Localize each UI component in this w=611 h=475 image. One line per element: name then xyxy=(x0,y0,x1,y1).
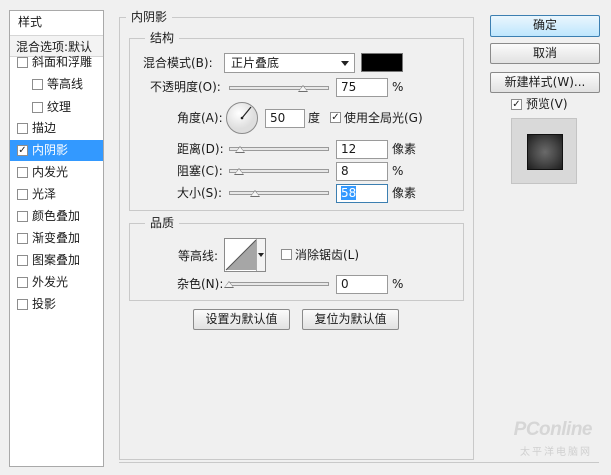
style-item[interactable]: 内发光 xyxy=(10,162,103,183)
style-item-label: 描边 xyxy=(32,121,57,135)
noise-slider-thumb[interactable] xyxy=(224,281,234,288)
style-item-checkbox[interactable] xyxy=(32,79,43,90)
reset-default-button[interactable]: 复位为默认值 xyxy=(302,309,399,330)
opacity-slider-thumb[interactable] xyxy=(298,85,308,92)
style-item[interactable]: 纹理 xyxy=(10,97,103,118)
styles-header[interactable]: 样式 xyxy=(10,11,103,33)
size-input[interactable]: 58 xyxy=(336,184,388,203)
style-item[interactable]: 等高线 xyxy=(10,74,103,95)
contour-dropdown-button[interactable] xyxy=(256,239,265,271)
noise-slider-track[interactable] xyxy=(229,282,329,286)
structure-title: 结构 xyxy=(145,31,180,45)
chevron-down-icon xyxy=(341,61,349,66)
angle-unit: 度 xyxy=(308,111,321,125)
distance-label: 距离(D): xyxy=(177,142,224,156)
size-slider-track[interactable] xyxy=(229,191,329,195)
global-light-checkbox[interactable]: ✓ xyxy=(330,112,341,123)
contour-picker[interactable] xyxy=(224,238,266,272)
contour-label: 等高线: xyxy=(178,249,219,263)
style-item[interactable]: 光泽 xyxy=(10,184,103,205)
style-item-checkbox[interactable] xyxy=(17,167,28,178)
new-style-button[interactable]: 新建样式(W)... xyxy=(490,72,600,93)
style-item-label: 渐变叠加 xyxy=(32,231,81,245)
style-item-label: 内发光 xyxy=(32,165,69,179)
angle-label: 角度(A): xyxy=(177,111,223,125)
choke-slider-track[interactable] xyxy=(229,169,329,173)
style-item[interactable]: 图案叠加 xyxy=(10,250,103,271)
opacity-slider-track[interactable] xyxy=(229,86,329,90)
blend-mode-value: 正片叠底 xyxy=(231,56,280,70)
style-preview-thumbnail xyxy=(511,118,577,184)
shadow-color-swatch[interactable] xyxy=(361,53,403,72)
style-item-label: 斜面和浮雕 xyxy=(32,55,93,69)
distance-input[interactable]: 12 xyxy=(336,140,388,159)
size-unit: 像素 xyxy=(392,186,417,200)
blend-mode-label: 混合模式(B): xyxy=(143,56,213,70)
ok-button[interactable]: 确定 xyxy=(490,15,600,37)
style-item-checkbox[interactable]: ✓ xyxy=(17,145,28,156)
inner-shadow-title: 内阴影 xyxy=(126,10,173,24)
style-item-label: 光泽 xyxy=(32,187,57,201)
style-item[interactable]: 斜面和浮雕 xyxy=(10,52,103,73)
preview-checkbox[interactable]: ✓ xyxy=(511,99,522,110)
style-item-label: 外发光 xyxy=(32,275,69,289)
style-item-checkbox[interactable] xyxy=(17,123,28,134)
anti-alias-checkbox[interactable] xyxy=(281,249,292,260)
style-item[interactable]: ✓ 内阴影 xyxy=(10,140,103,161)
preview-label[interactable]: 预览(V) xyxy=(526,96,568,112)
opacity-label: 不透明度(O): xyxy=(150,80,221,94)
watermark-logo: PConline 太平洋电脑网 xyxy=(480,415,600,459)
watermark-brand: PConline xyxy=(513,419,593,440)
anti-alias-label[interactable]: 消除锯齿(L) xyxy=(295,247,359,263)
style-list-panel: 样式 混合选项:默认 斜面和浮雕 等高线 纹理 描边 ✓ 内阴影 内发光 光泽 颜色叠加 渐变叠加… xyxy=(9,10,104,467)
make-default-button[interactable]: 设置为默认值 xyxy=(193,309,290,330)
preview-swatch xyxy=(527,134,563,170)
style-item[interactable]: 渐变叠加 xyxy=(10,228,103,249)
choke-slider-thumb[interactable] xyxy=(234,168,244,175)
style-item-checkbox[interactable] xyxy=(32,102,43,113)
style-item-label: 内阴影 xyxy=(32,143,69,157)
style-item[interactable]: 投影 xyxy=(10,294,103,315)
distance-unit: 像素 xyxy=(392,142,417,156)
size-label: 大小(S): xyxy=(177,186,223,200)
style-item-checkbox[interactable] xyxy=(17,233,28,244)
cancel-button[interactable]: 取消 xyxy=(490,43,600,64)
opacity-input[interactable]: 75 xyxy=(336,78,388,97)
style-item-checkbox[interactable] xyxy=(17,57,28,68)
noise-label: 杂色(N): xyxy=(177,277,224,291)
style-item-checkbox[interactable] xyxy=(17,211,28,222)
noise-unit: % xyxy=(392,277,404,291)
angle-dial[interactable] xyxy=(225,101,259,135)
contour-preview-icon xyxy=(225,239,257,271)
noise-input[interactable]: 0 xyxy=(336,275,388,294)
style-item-checkbox[interactable] xyxy=(17,189,28,200)
choke-input[interactable]: 8 xyxy=(336,162,388,181)
global-light-label[interactable]: 使用全局光(G) xyxy=(344,110,423,126)
size-slider-thumb[interactable] xyxy=(250,190,260,197)
style-item-label: 纹理 xyxy=(47,100,72,114)
watermark-tagline: 太平洋电脑网 xyxy=(520,447,592,458)
style-item-label: 投影 xyxy=(32,297,57,311)
blend-mode-select[interactable]: 正片叠底 xyxy=(224,53,355,73)
angle-input[interactable]: 50 xyxy=(265,109,305,128)
style-item-label: 图案叠加 xyxy=(32,253,81,267)
choke-label: 阻塞(C): xyxy=(177,164,223,178)
quality-title: 品质 xyxy=(145,216,180,230)
chevron-down-icon xyxy=(258,253,264,257)
style-item[interactable]: 颜色叠加 xyxy=(10,206,103,227)
style-item-label: 等高线 xyxy=(47,77,84,91)
choke-unit: % xyxy=(392,164,404,178)
panel-bottom-divider xyxy=(119,462,599,467)
distance-slider-thumb[interactable] xyxy=(235,146,245,153)
style-item-checkbox[interactable] xyxy=(17,299,28,310)
style-item-checkbox[interactable] xyxy=(17,255,28,266)
style-item[interactable]: 描边 xyxy=(10,118,103,139)
opacity-unit: % xyxy=(392,80,404,94)
style-item-label: 颜色叠加 xyxy=(32,209,81,223)
style-item[interactable]: 外发光 xyxy=(10,272,103,293)
style-item-checkbox[interactable] xyxy=(17,277,28,288)
